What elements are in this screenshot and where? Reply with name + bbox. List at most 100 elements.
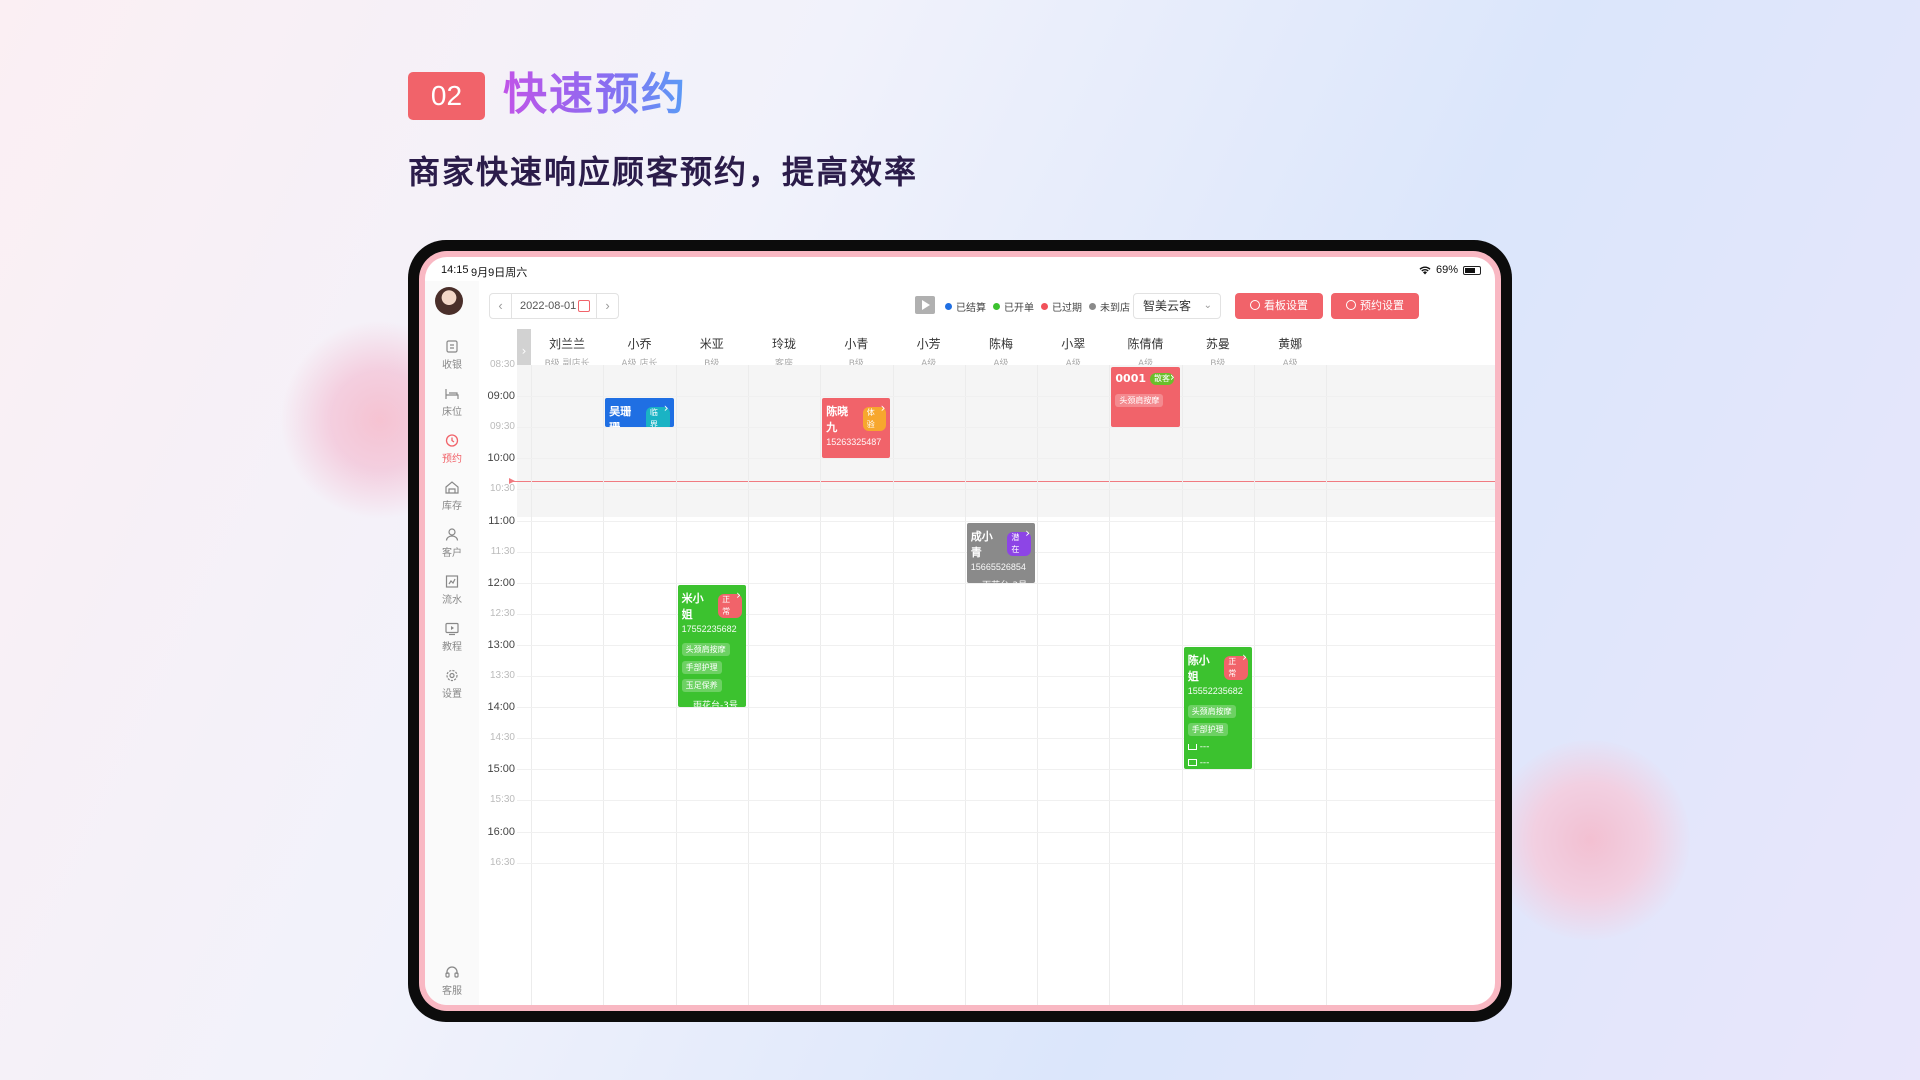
chevron-right-icon[interactable]: › <box>1242 650 1247 664</box>
grid-row-line <box>517 489 1495 491</box>
page-title: 快速预约 <box>503 64 687 126</box>
sidebar-item-label: 设置 <box>442 689 462 700</box>
sidebar-item-6[interactable]: 教程 <box>425 621 479 653</box>
time-label: 10:30 <box>489 483 515 495</box>
cashier-icon <box>446 340 458 353</box>
grid-row-line <box>517 831 1495 833</box>
staff-column-header[interactable]: 陈梅 A级 <box>965 329 1037 369</box>
next-date-button[interactable]: › <box>596 294 618 318</box>
grid-row-line <box>517 613 1495 615</box>
legend-dot <box>1089 303 1096 310</box>
grid-column-line <box>675 365 677 1005</box>
sidebar-item-4[interactable]: 客户 <box>425 527 479 559</box>
sidebar-item-2[interactable]: 预约 <box>425 433 479 465</box>
customer-name: 成小青 <box>970 529 993 559</box>
customer-phone: 15665526854 <box>970 561 1026 572</box>
sidebar-item-3[interactable]: 库存 <box>425 480 479 512</box>
status-bar: 14:15 9月9日周六 69% <box>425 257 1495 281</box>
staff-column-header[interactable]: 小翠 A级 <box>1037 329 1109 369</box>
avatar[interactable] <box>435 287 463 315</box>
staff-name: 黄娜 <box>1278 337 1303 351</box>
staff-name: 小青 <box>844 337 869 351</box>
play-icon[interactable] <box>915 296 935 314</box>
status-time: 14:15 <box>441 264 469 276</box>
appointment-card[interactable]: 陈小姐 正常 › 15552235682 头颈肩按摩 手部护理 --- --- <box>1183 646 1252 770</box>
customer-name: 陈晓九 <box>826 405 849 435</box>
time-label: 12:00 <box>487 576 515 589</box>
appointment-card[interactable]: 成小青潜在›15665526854雨花台-3号床 <box>966 522 1036 583</box>
schedule-body[interactable]: 吴珊珊临界›15263325487陈晓九体验›152633254870001散客… <box>509 365 1495 1005</box>
chevron-right-icon[interactable]: › <box>664 401 669 415</box>
board-settings-button[interactable]: 看板设置 <box>1235 293 1323 319</box>
staff-name: 米亚 <box>699 337 724 351</box>
bed-label: 雨花台-3号床 <box>982 578 1031 583</box>
time-label: 11:30 <box>490 545 515 557</box>
gear-icon <box>446 669 458 682</box>
legend-billed: 已开单 <box>993 299 1034 314</box>
staff-column-header[interactable]: 小芳 A级 <box>893 329 965 369</box>
sidebar-item-0[interactable]: 收银 <box>425 339 479 371</box>
status-date: 9月9日周六 <box>471 267 528 279</box>
grid-row-line <box>517 520 1495 522</box>
time-label: 13:00 <box>487 638 515 651</box>
sidebar-item-5[interactable]: 流水 <box>425 574 479 606</box>
appointment-card[interactable]: 陈晓九 体验 › 15263325487 <box>822 398 891 459</box>
prev-date-button[interactable]: ‹ <box>490 294 512 318</box>
staff-column-header[interactable]: 刘兰兰 B级 副店长 <box>531 329 603 369</box>
page-subtitle: 商家快速响应顾客预约，提高效率 <box>408 153 919 191</box>
time-label: 15:00 <box>487 763 515 776</box>
grid-row-line <box>517 738 1495 740</box>
chevron-right-icon[interactable]: › <box>881 401 886 415</box>
grid-column-line <box>1326 365 1328 1005</box>
time-label: 16:00 <box>487 825 515 838</box>
grid-column-line <box>1037 365 1039 1005</box>
customer-name: 陈小姐 <box>1187 653 1210 683</box>
customer-phone: 15552235682 <box>1187 685 1243 696</box>
video-icon <box>445 622 459 636</box>
date-picker[interactable]: ‹ 2022-08-01 › <box>489 293 619 319</box>
staff-name: 小乔 <box>627 337 652 351</box>
staff-column-header[interactable]: 米亚 B级 <box>676 329 748 369</box>
sidebar-item-1[interactable]: 床位 <box>425 386 479 418</box>
staff-name: 小翠 <box>1061 337 1086 351</box>
staff-column-header[interactable]: 小青 B级 <box>820 329 892 369</box>
legend-settled: 已结算 <box>945 299 986 314</box>
appointment-card[interactable]: 吴珊珊临界›15263325487 <box>605 398 674 428</box>
service-tag: 玉足保养 <box>681 678 722 692</box>
staff-column-header[interactable]: 黄娜 A级 <box>1254 329 1326 369</box>
appointment-card[interactable]: 米小姐正常›17552235682头颈肩按摩手部护理玉足保养雨花台-3号床 <box>677 584 746 708</box>
staff-column-header[interactable]: 苏曼 B级 <box>1182 329 1254 369</box>
staff-name: 苏曼 <box>1205 337 1230 351</box>
time-label: 14:00 <box>487 701 515 714</box>
customer-name: 米小姐 <box>681 591 704 621</box>
tablet-frame: 14:15 9月9日周六 69% 收银床位预约库存客户流水教程设置 客服 <box>408 240 1512 1022</box>
staff-name: 小芳 <box>916 337 941 351</box>
legend-expired: 已过期 <box>1041 299 1082 314</box>
booking-settings-button[interactable]: 预约设置 <box>1331 293 1419 319</box>
user-icon <box>445 528 459 541</box>
grid-column-line <box>1254 365 1255 1005</box>
grid-row-line <box>517 769 1495 771</box>
staff-column-header[interactable]: 小乔 A级 店长 <box>603 329 675 369</box>
chevron-right-icon[interactable]: › <box>1025 526 1030 540</box>
staff-name: 刘兰兰 <box>549 337 586 351</box>
customer-name: 0001 <box>1115 372 1147 385</box>
wifi-icon <box>1419 266 1431 274</box>
schedule-grid: 08:30 09:00 09:30 10:00 10:30 11:00 11:30 12:00… <box>479 329 1495 1005</box>
chevron-right-icon[interactable]: › <box>736 588 741 602</box>
sidebar-item-label: 客服 <box>442 986 462 997</box>
time-label: 10:00 <box>487 452 515 465</box>
store-select[interactable]: 智美云客 ⌄ <box>1133 293 1221 319</box>
sidebar-item-7[interactable]: 设置 <box>425 668 479 700</box>
sidebar-item-label: 教程 <box>442 642 462 653</box>
staff-column-header[interactable]: 玲珑 客座 <box>748 329 820 369</box>
chevron-right-icon[interactable]: › <box>1170 370 1175 384</box>
service-tag: 头颈肩按摩 <box>1115 394 1164 407</box>
battery-percent: 69% <box>1435 264 1458 276</box>
calendar-icon[interactable] <box>578 300 590 312</box>
staff-column-header[interactable]: 陈倩倩 A级 <box>1109 329 1181 369</box>
appointment-card[interactable]: 0001 散客 › 头颈肩按摩 <box>1111 367 1180 428</box>
sidebar-item-label: 流水 <box>442 595 462 606</box>
sidebar-item-service[interactable]: 客服 <box>425 965 479 997</box>
legend-not-arrived: 未到店 <box>1089 299 1130 314</box>
